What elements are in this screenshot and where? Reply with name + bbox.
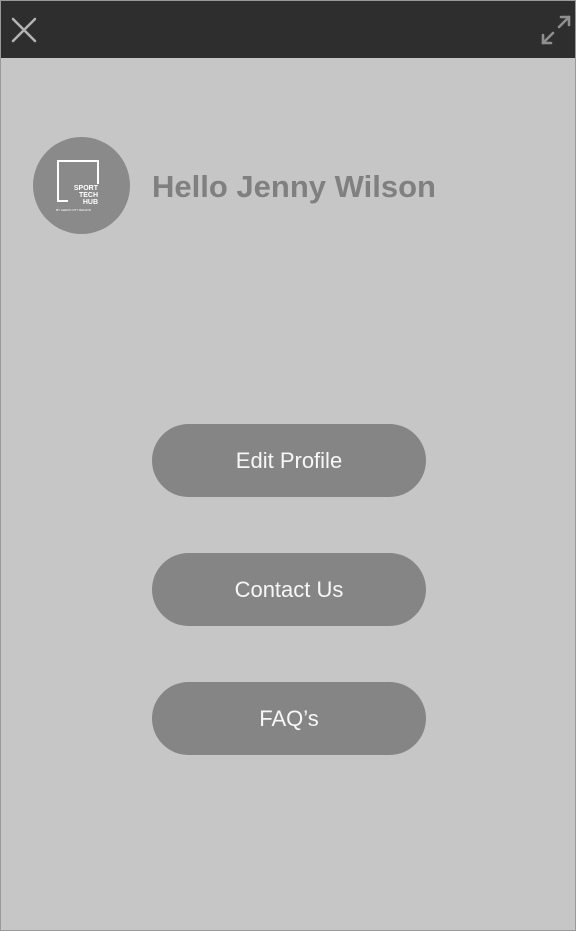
contact-us-button[interactable]: Contact Us <box>152 553 426 626</box>
expand-icon <box>541 15 571 45</box>
top-bar <box>1 1 575 58</box>
faq-label: FAQ’s <box>259 705 319 731</box>
contact-us-label: Contact Us <box>234 576 344 602</box>
close-button[interactable] <box>9 15 39 45</box>
expand-button[interactable] <box>539 13 573 47</box>
close-icon <box>11 17 37 43</box>
logo-tagline: BY LEEDS CITY REGION <box>56 208 91 212</box>
edit-profile-label: Edit Profile <box>235 447 343 473</box>
edit-profile-button[interactable]: Edit Profile <box>152 424 426 497</box>
logo-line-3: HUB <box>83 199 98 206</box>
avatar: SPORT TECH HUB BY LEEDS CITY REGION <box>33 137 130 234</box>
logo-line-2: TECH <box>79 192 98 199</box>
sport-tech-hub-logo: SPORT TECH HUB BY LEEDS CITY REGION <box>56 160 99 212</box>
logo-line-1: SPORT <box>74 185 99 192</box>
app-screen: SPORT TECH HUB BY LEEDS CITY REGION Hell… <box>0 0 576 931</box>
faq-button[interactable]: FAQ’s <box>152 682 426 755</box>
greeting-title: Hello Jenny Wilson <box>152 169 436 204</box>
